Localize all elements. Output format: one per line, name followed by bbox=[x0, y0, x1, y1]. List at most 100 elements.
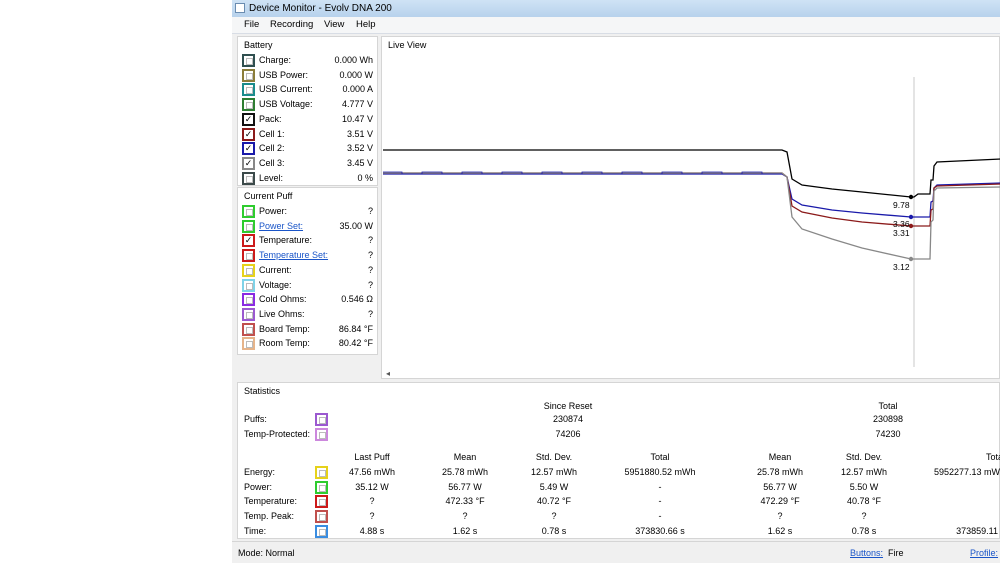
puff-label[interactable]: Power Set: bbox=[259, 221, 303, 231]
battery-checkbox[interactable]: ✓ bbox=[242, 127, 255, 141]
battery-row: Charge: 0.000 Wh bbox=[238, 54, 379, 68]
battery-row: Level: 0 % bbox=[238, 171, 379, 186]
battery-value: 3.51 V bbox=[346, 128, 373, 139]
stat-cell: 25.78 mWh bbox=[441, 467, 489, 477]
title-bar: Device Monitor - Evolv DNA 200 bbox=[232, 0, 1000, 18]
total-header: Total bbox=[878, 401, 898, 411]
profile-link[interactable]: Profile: bbox=[970, 548, 998, 558]
puff-value: 86.84 °F bbox=[338, 323, 373, 334]
battery-checkbox[interactable]: ✓ bbox=[242, 156, 255, 170]
cell3-end-label: 3.12 bbox=[893, 262, 910, 272]
puff-label: Cold Ohms: bbox=[259, 294, 307, 305]
app-icon bbox=[235, 3, 245, 13]
puff-value: ? bbox=[367, 250, 373, 261]
stat-column-header: Total bbox=[650, 452, 670, 462]
battery-value: 4.777 V bbox=[341, 99, 373, 110]
checkmark-icon: ✓ bbox=[244, 143, 253, 154]
menu-view[interactable]: View bbox=[324, 19, 344, 30]
series-cell3-line bbox=[383, 172, 1000, 260]
checkbox-inner bbox=[246, 223, 253, 231]
checkbox-inner bbox=[246, 297, 253, 305]
battery-row: USB Voltage: 4.777 V bbox=[238, 98, 379, 112]
stat-column-header: Last Puff bbox=[354, 452, 390, 462]
stat-cell: 40.78 °F bbox=[846, 496, 882, 507]
stat-column-header: Std. Dev. bbox=[535, 452, 573, 462]
battery-value: 0.000 W bbox=[339, 69, 373, 80]
battery-value: 0.000 Wh bbox=[334, 55, 373, 65]
puff-checkbox[interactable] bbox=[242, 278, 255, 292]
puff-row: Power Set: 35.00 W bbox=[238, 219, 379, 234]
checkbox-inner bbox=[319, 417, 326, 424]
pack-marker bbox=[908, 194, 914, 200]
stat-cell: 35.12 W bbox=[355, 481, 389, 492]
puff-checkbox[interactable] bbox=[242, 263, 255, 277]
battery-checkbox[interactable] bbox=[242, 68, 255, 82]
menu-bar: File Recording View Help bbox=[232, 17, 1000, 34]
puff-checkbox[interactable]: ✓ bbox=[242, 234, 255, 248]
battery-value: 3.45 V bbox=[346, 157, 373, 168]
checkbox-inner bbox=[246, 311, 253, 319]
puff-checkbox[interactable] bbox=[242, 249, 255, 263]
puff-value: ? bbox=[367, 206, 373, 216]
stat-cell: 5951880.52 mWh bbox=[624, 467, 696, 477]
battery-label: USB Power: bbox=[259, 69, 309, 80]
puff-row: Room Temp: 80.42 °F bbox=[238, 337, 379, 351]
stat-column-header: Std. Dev. bbox=[845, 452, 883, 462]
puff-label[interactable]: Temperature Set: bbox=[259, 250, 328, 260]
checkmark-icon: ✓ bbox=[244, 113, 253, 124]
buttons-link[interactable]: Buttons: bbox=[850, 548, 883, 558]
battery-checkbox[interactable] bbox=[242, 83, 255, 97]
battery-title: Battery bbox=[244, 40, 273, 50]
stat-row-label: Time: bbox=[244, 525, 267, 536]
puff-row: Power:? bbox=[238, 205, 379, 219]
puff-checkbox[interactable] bbox=[242, 337, 255, 351]
battery-checkbox[interactable] bbox=[242, 54, 255, 67]
stat-cell: 0.78 s bbox=[851, 525, 877, 536]
stat-count-total: 230898 bbox=[872, 414, 904, 424]
battery-label: USB Current: bbox=[259, 84, 313, 95]
buttons-value: Fire bbox=[888, 548, 904, 558]
stat-cell: 40.72 °F bbox=[536, 496, 572, 507]
checkbox-inner bbox=[319, 484, 326, 492]
menu-help[interactable]: Help bbox=[356, 19, 376, 30]
stat-cell: ? bbox=[369, 511, 375, 522]
puff-checkbox[interactable] bbox=[242, 205, 255, 218]
stat-row-label: Energy: bbox=[244, 467, 276, 477]
puff-row: ✓ Temperature:? bbox=[238, 234, 379, 248]
battery-row: ✓ Pack: 10.47 V bbox=[238, 112, 379, 127]
checkmark-icon: ✓ bbox=[244, 157, 253, 168]
battery-label: Pack: bbox=[259, 113, 282, 124]
battery-checkbox[interactable]: ✓ bbox=[242, 112, 255, 126]
puff-row: Temperature Set:? bbox=[238, 249, 379, 263]
battery-checkbox[interactable] bbox=[242, 98, 255, 112]
checkbox-inner bbox=[246, 87, 253, 95]
current-puff-panel: Current Puff Power:? Power Set: 35.00 W ✓ Te… bbox=[237, 187, 378, 355]
stat-cell: 373830.66 s bbox=[635, 525, 685, 536]
stat-cell: ? bbox=[777, 511, 783, 522]
live-chart[interactable]: 9.78 3.36 3.31 3.12 ◂ bbox=[382, 37, 1000, 380]
stat-cell: - bbox=[658, 511, 662, 522]
battery-checkbox[interactable]: ✓ bbox=[242, 142, 255, 156]
stat-cell: 5.49 W bbox=[539, 481, 569, 492]
stat-cell: 25.78 mWh bbox=[756, 467, 804, 477]
menu-recording[interactable]: Recording bbox=[270, 19, 313, 30]
checkbox-inner bbox=[319, 470, 326, 477]
stat-cell: 47.56 mWh bbox=[348, 467, 396, 477]
statistics-title: Statistics bbox=[244, 386, 281, 396]
puff-checkbox[interactable] bbox=[242, 322, 255, 336]
statistics-panel: Statistics Since Reset Total Puffs: 23087… bbox=[237, 382, 1000, 539]
stat-cell: - bbox=[658, 496, 662, 507]
stat-row-label: Power: bbox=[244, 481, 273, 492]
puff-checkbox[interactable] bbox=[242, 293, 255, 307]
puff-checkbox[interactable] bbox=[242, 307, 255, 321]
stat-count-checkbox[interactable] bbox=[315, 428, 328, 441]
battery-label: USB Voltage: bbox=[259, 99, 313, 110]
battery-label: Level: bbox=[259, 172, 284, 183]
stat-cell: ? bbox=[369, 496, 375, 507]
puff-checkbox[interactable] bbox=[242, 219, 255, 233]
menu-file[interactable]: File bbox=[244, 19, 259, 30]
checkbox-inner bbox=[246, 58, 253, 65]
checkbox-inner bbox=[319, 432, 326, 439]
stat-count-checkbox[interactable] bbox=[315, 413, 328, 426]
battery-checkbox[interactable] bbox=[242, 171, 255, 185]
